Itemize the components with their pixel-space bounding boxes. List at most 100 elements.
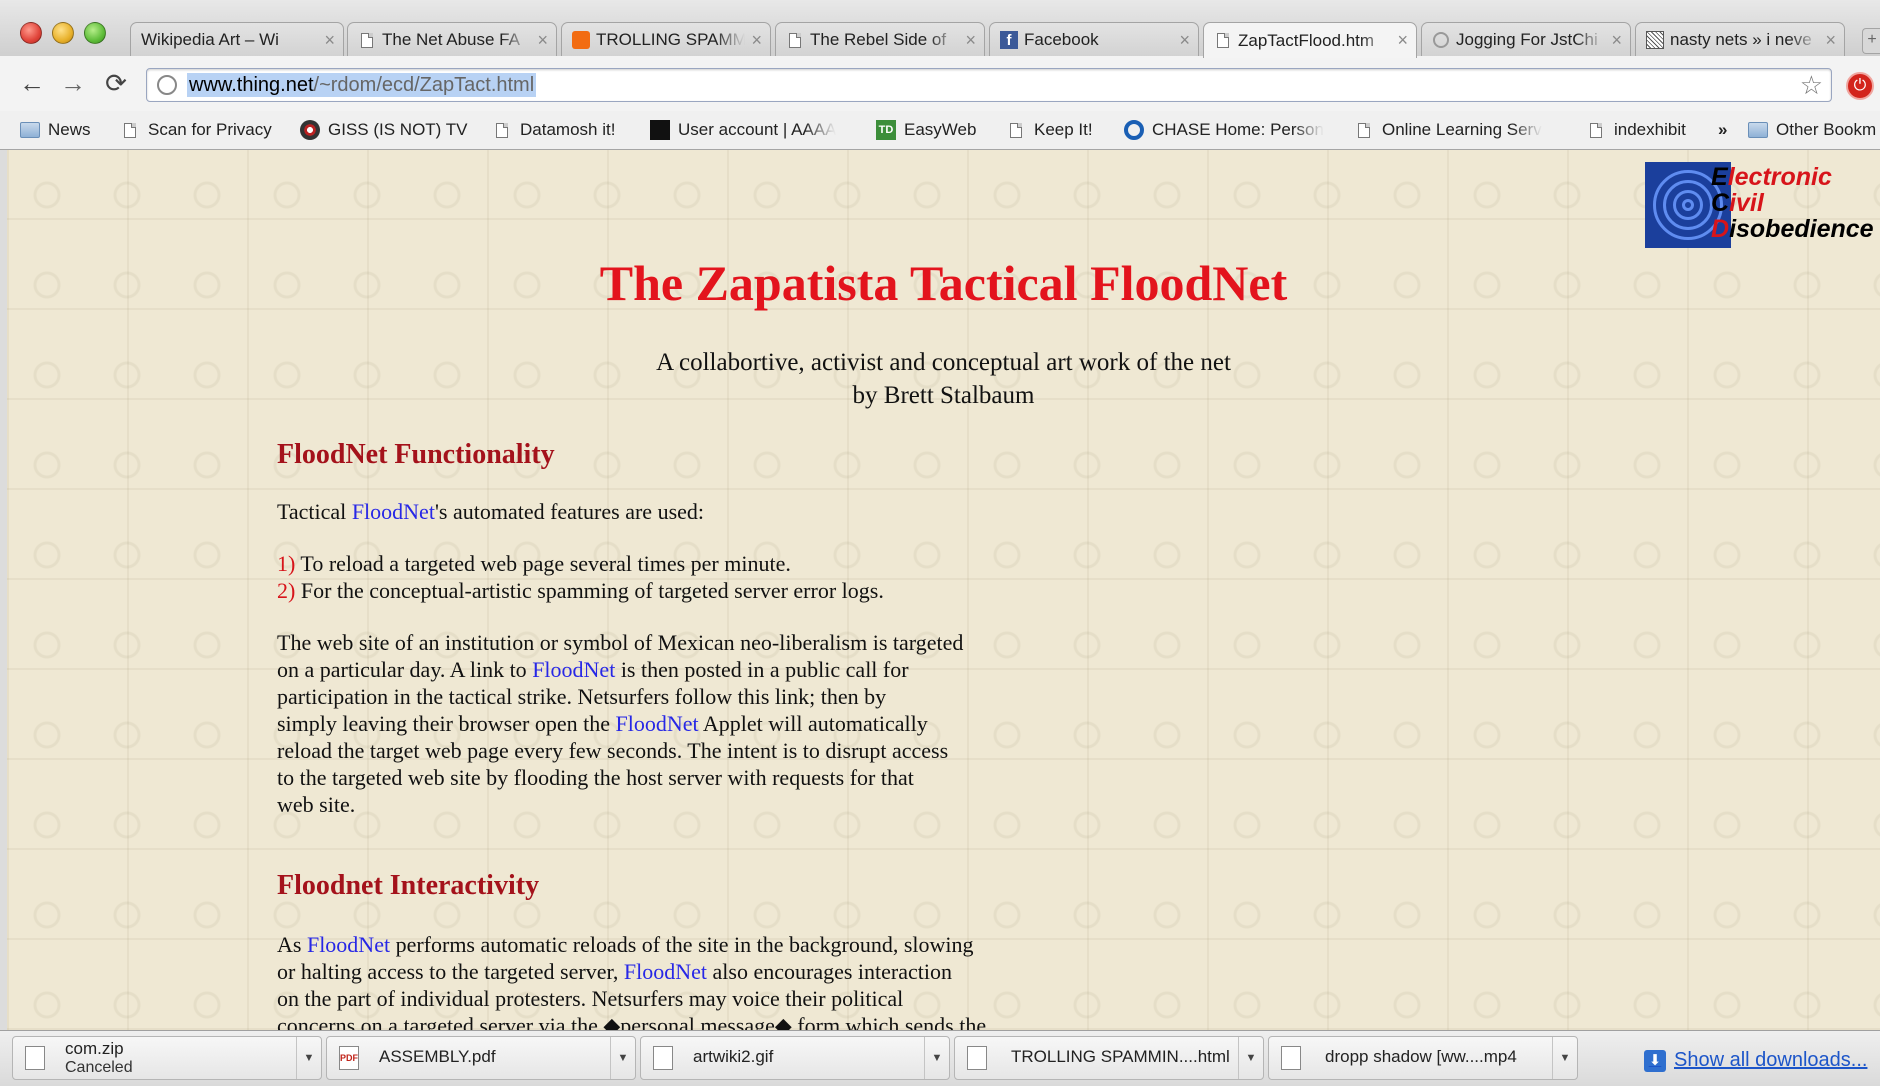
bookmark-user-account[interactable]: User account | AAAA	[650, 119, 850, 141]
globe-icon	[1432, 31, 1450, 49]
section-heading-interactivity: Floodnet Interactivity	[277, 870, 540, 901]
page-icon	[1586, 120, 1606, 140]
interactivity-paragraph: As FloodNet performs automatic reloads o…	[277, 932, 987, 1030]
bookmark-chase[interactable]: CHASE Home: Person	[1124, 119, 1324, 141]
page-icon	[1281, 1046, 1301, 1070]
list-item: 2) For the conceptual-artistic spamming …	[277, 578, 884, 603]
back-arrow-icon[interactable]: ←	[17, 68, 47, 98]
download-menu-arrow-icon[interactable]: ▼	[610, 1037, 635, 1079]
download-filename: com.zip	[65, 1039, 124, 1058]
close-window-button[interactable]	[20, 22, 42, 44]
page-subtitle: A collabortive, activist and conceptual …	[7, 346, 1880, 412]
zoom-window-button[interactable]	[84, 22, 106, 44]
tab-close-icon[interactable]: ×	[965, 30, 976, 51]
download-item[interactable]: dropp shadow [ww....mp4 ▼	[1268, 1036, 1578, 1080]
bookmarks-overflow-chevron-icon[interactable]: »	[1718, 119, 1738, 141]
show-all-downloads-link[interactable]: ⬇ Show all downloads...	[1644, 1049, 1867, 1072]
download-menu-arrow-icon[interactable]: ▼	[1238, 1037, 1263, 1079]
tab-title: ZapTactFlood.htm	[1238, 30, 1375, 50]
orange-favicon-icon	[572, 31, 590, 49]
tab-net-abuse[interactable]: The Net Abuse FA ×	[347, 22, 557, 57]
bookmark-giss-tv[interactable]: GISS (IS NOT) TV	[300, 119, 470, 141]
author-line: by Brett Stalbaum	[852, 382, 1035, 409]
bookmark-label: User account | AAAA	[678, 120, 837, 139]
reload-icon[interactable]: ⟳	[101, 68, 131, 98]
address-bar[interactable]: www.thing.net/~rdom/ecd/ZapTact.html ☆	[146, 68, 1832, 102]
floodnet-link[interactable]: FloodNet	[352, 499, 435, 524]
page-viewport: Electronic Civil Disobedience The Zapati…	[7, 150, 1880, 1030]
subtitle-line: A collabortive, activist and conceptual …	[656, 349, 1231, 376]
facebook-icon: f	[1000, 31, 1018, 49]
minimize-window-button[interactable]	[52, 22, 74, 44]
intro-paragraph: Tactical FloodNet's automated features a…	[277, 499, 705, 524]
page-icon	[492, 120, 512, 140]
feature-list: 1) To reload a targeted web page several…	[277, 550, 884, 604]
extension-icon[interactable]: ⏻	[1846, 72, 1874, 100]
bookmark-other-bookmarks[interactable]: Other Bookm	[1748, 119, 1880, 141]
black-square-icon	[650, 120, 670, 140]
download-item[interactable]: TROLLING SPAMMIN....html ▼	[954, 1036, 1264, 1080]
download-filename: artwiki2.gif	[693, 1047, 774, 1066]
floodnet-link[interactable]: FloodNet	[615, 711, 698, 736]
bookmark-label: Datamosh it!	[520, 120, 616, 139]
chase-icon	[1124, 120, 1144, 140]
ecd-logo[interactable]: Electronic Civil Disobedience	[1645, 162, 1880, 248]
download-menu-arrow-icon[interactable]: ▼	[924, 1037, 949, 1079]
bookmark-indexhibit[interactable]: indexhibit	[1586, 119, 1701, 141]
bookmark-easyweb[interactable]: TD EasyWeb	[876, 119, 981, 141]
page-title: The Zapatista Tactical FloodNet	[599, 255, 1288, 311]
bookmark-scan-for-privacy[interactable]: Scan for Privacy	[120, 119, 285, 141]
bookmark-datamosh[interactable]: Datamosh it!	[492, 119, 632, 141]
tab-close-icon[interactable]: ×	[1611, 30, 1622, 51]
html-file-icon	[967, 1046, 987, 1070]
tab-close-icon[interactable]: ×	[751, 30, 762, 51]
forward-arrow-icon[interactable]: →	[58, 68, 88, 98]
bookmark-label: GISS (IS NOT) TV	[328, 120, 468, 139]
pdf-file-icon: PDF	[339, 1046, 359, 1070]
download-menu-arrow-icon[interactable]: ▼	[296, 1037, 321, 1079]
tab-nasty-nets[interactable]: nasty nets » i neve ×	[1635, 22, 1845, 57]
page-icon	[1214, 32, 1232, 50]
bookmark-online-learning[interactable]: Online Learning Serv	[1354, 119, 1554, 141]
floodnet-link[interactable]: FloodNet	[307, 932, 390, 957]
tab-title: The Net Abuse FA	[382, 30, 520, 49]
description-paragraph: The web site of an institution or symbol…	[277, 630, 964, 817]
tab-trolling-spamm[interactable]: TROLLING SPAMM ×	[561, 22, 771, 57]
tab-facebook[interactable]: f Facebook ×	[989, 22, 1199, 57]
section-heading-functionality: FloodNet Functionality	[277, 439, 555, 470]
zip-file-icon	[25, 1046, 45, 1070]
tab-close-icon[interactable]: ×	[1397, 30, 1408, 51]
download-menu-arrow-icon[interactable]: ▼	[1552, 1037, 1577, 1079]
download-item[interactable]: PDF ASSEMBLY.pdf ▼	[326, 1036, 636, 1080]
download-item[interactable]: com.zip Canceled ▼	[12, 1036, 322, 1080]
tab-wikipedia-art[interactable]: Wikipedia Art – Wi ×	[130, 22, 344, 57]
tab-rebel-side[interactable]: The Rebel Side of ×	[775, 22, 985, 57]
page-icon	[786, 31, 804, 49]
tab-zaptactflood[interactable]: ZapTactFlood.htm ×	[1203, 22, 1417, 58]
tab-close-icon[interactable]: ×	[537, 30, 548, 51]
folder-icon	[20, 120, 40, 140]
tab-jogging[interactable]: Jogging For JstChi ×	[1421, 22, 1631, 57]
new-tab-button[interactable]: +	[1862, 28, 1880, 54]
floodnet-link[interactable]: FloodNet	[532, 657, 615, 682]
bookmark-news[interactable]: News	[20, 119, 100, 141]
tab-close-icon[interactable]: ×	[1179, 30, 1190, 51]
tab-title: Wikipedia Art – Wi	[141, 30, 279, 49]
download-item[interactable]: artwiki2.gif ▼	[640, 1036, 950, 1080]
download-filename: ASSEMBLY.pdf	[379, 1047, 496, 1066]
bookmark-label: indexhibit	[1614, 120, 1686, 139]
url-path: /~rdom/ecd/ZapTact.html	[313, 74, 535, 96]
tab-close-icon[interactable]: ×	[324, 30, 335, 51]
url-text[interactable]: www.thing.net/~rdom/ecd/ZapTact.html	[187, 73, 537, 97]
bookmark-label: EasyWeb	[904, 120, 977, 139]
site-info-icon[interactable]	[157, 75, 177, 95]
bookmark-star-icon[interactable]: ☆	[1800, 70, 1823, 101]
tab-close-icon[interactable]: ×	[1825, 30, 1836, 51]
download-filename: dropp shadow [ww....mp4	[1325, 1047, 1517, 1066]
floodnet-link[interactable]: FloodNet	[624, 959, 707, 984]
bookmark-keep-it[interactable]: Keep It!	[1006, 119, 1106, 141]
show-all-label: Show all downloads...	[1674, 1049, 1868, 1071]
bookmark-label: Online Learning Serv	[1382, 120, 1542, 139]
td-icon: TD	[876, 120, 896, 140]
download-status: Canceled	[65, 1059, 133, 1076]
